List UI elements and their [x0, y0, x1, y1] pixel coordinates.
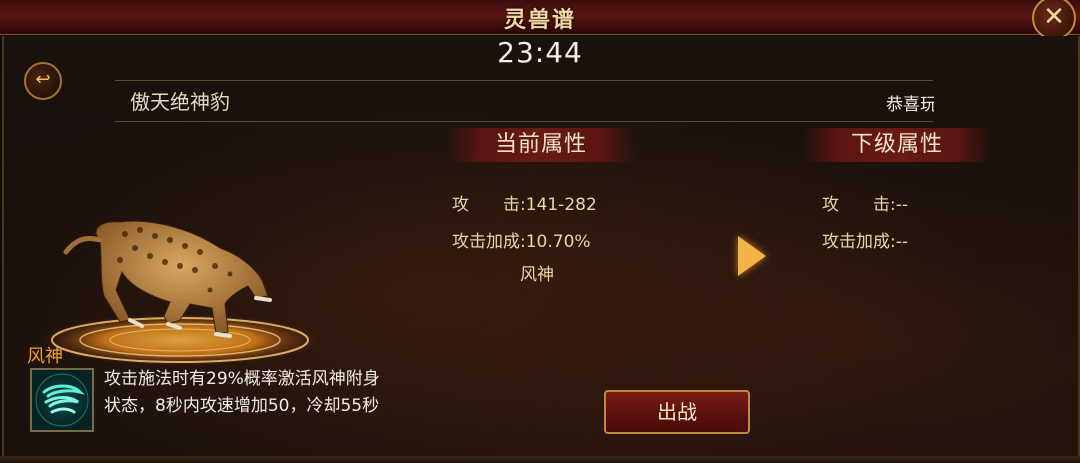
skill-desc-line-2: 状态，8秒内攻速增加50，冷却55秒	[104, 396, 380, 416]
window-title: 灵兽谱	[503, 8, 576, 33]
name-bar	[115, 80, 933, 122]
skill-desc-line-1: 攻击施法时有29%概率激活风神附身	[104, 369, 380, 389]
next-bonus-label: 攻击加成:	[822, 232, 896, 252]
current-skill-name: 风神	[520, 265, 554, 285]
title-bar: 灵兽谱	[0, 0, 1080, 35]
current-attack-row: 攻 击:141-282	[452, 190, 597, 215]
current-bonus-row: 攻击加成:10.70%	[452, 227, 591, 252]
bottom-border	[0, 456, 1080, 463]
deploy-button[interactable]: 出战	[604, 390, 750, 434]
current-bonus-value: 10.70%	[525, 232, 591, 252]
next-bonus-row: 攻击加成:--	[822, 227, 908, 252]
current-attack-label: 攻 击:	[452, 195, 526, 215]
next-attrs-header: 下级属性	[802, 128, 992, 162]
wind-skill-icon[interactable]	[30, 368, 94, 432]
next-bonus-value: --	[895, 232, 909, 252]
skill-name: 风神	[27, 346, 63, 367]
back-icon[interactable]: ↩	[24, 62, 62, 100]
current-bonus-label: 攻击加成:	[452, 232, 526, 252]
announcement-marquee: 恭喜玩	[886, 95, 934, 115]
next-attack-label: 攻 击:	[822, 195, 896, 215]
skill-description: 攻击施法时有29%概率激活风神附身 状态，8秒内攻速增加50，冷却55秒	[104, 366, 434, 420]
magic-circle	[40, 314, 320, 366]
next-attack-row: 攻 击:--	[822, 190, 908, 215]
pet-illustration	[30, 200, 330, 370]
pet-name: 傲天绝神豹	[130, 90, 230, 114]
countdown-timer: 23:44	[497, 36, 583, 69]
next-attack-value: --	[895, 195, 909, 215]
current-attrs-header: 当前属性	[446, 128, 636, 162]
current-attack-value: 141-282	[525, 195, 597, 215]
next-arrow-icon	[738, 236, 766, 276]
